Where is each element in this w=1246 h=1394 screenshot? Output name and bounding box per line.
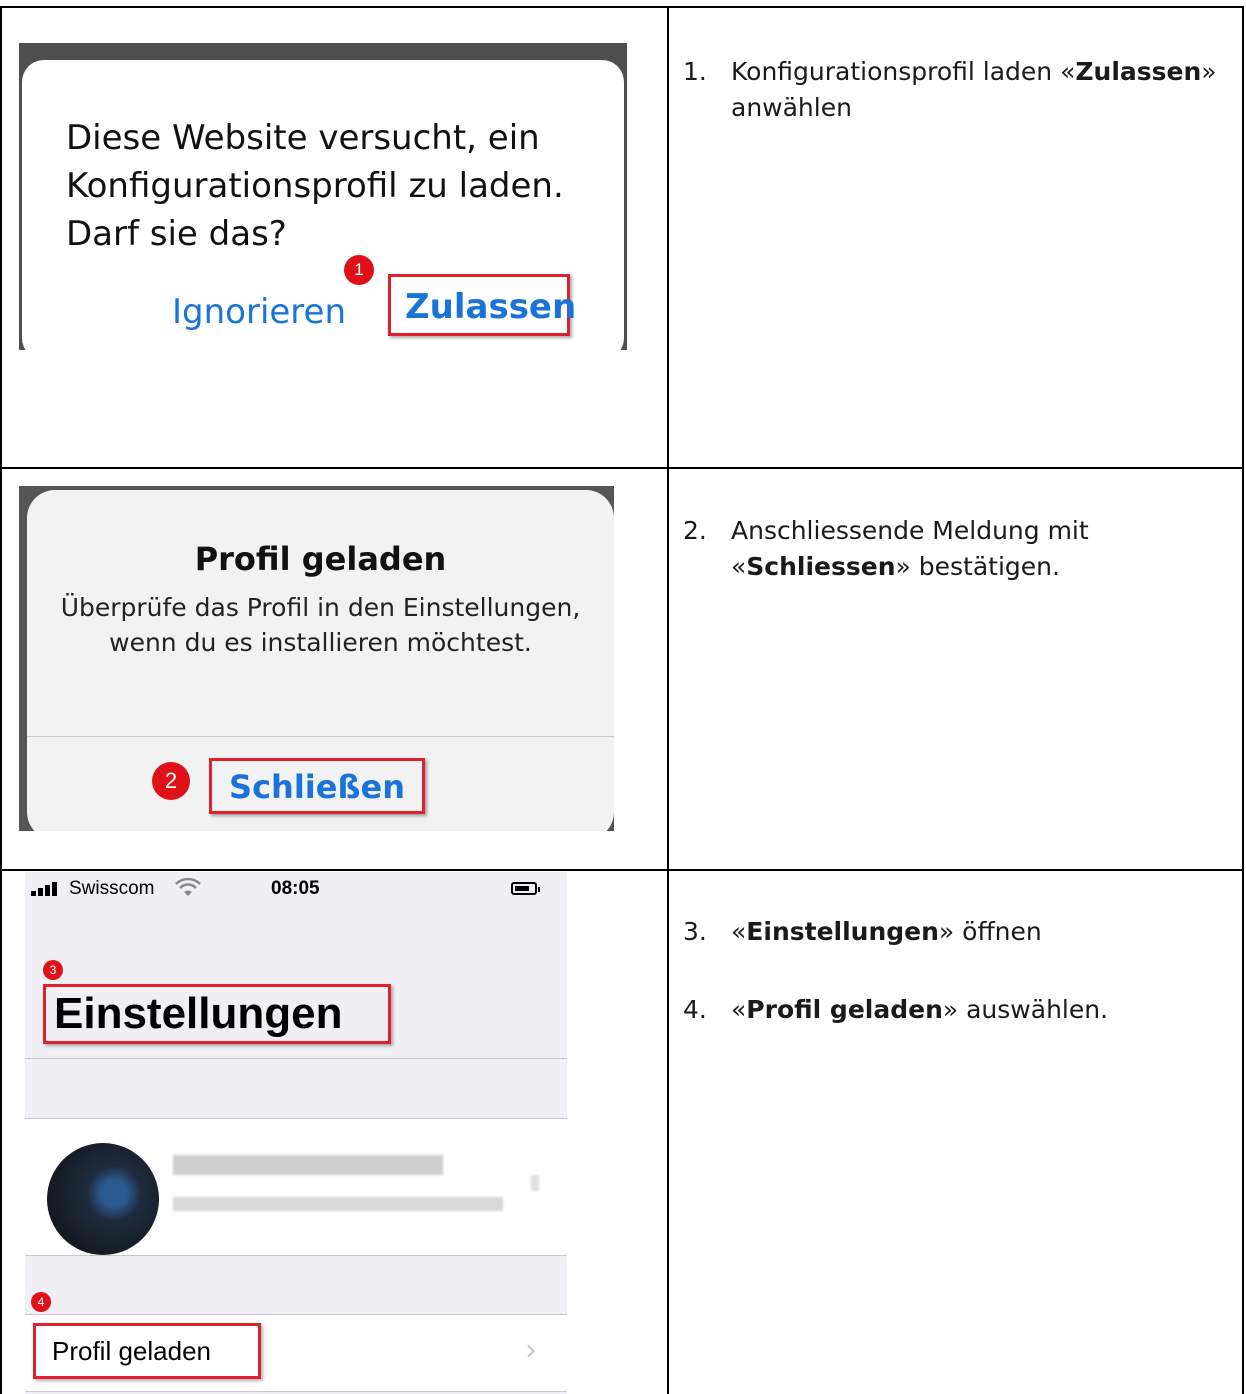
step-text: «Profil geladen» auswählen. [731,995,1109,1024]
alert-separator [27,736,614,737]
step-badge-3: 3 [43,960,63,980]
close-button-label: Schließen [229,768,405,806]
signal-icon [31,882,57,896]
step-number: 4. [683,995,707,1024]
step-text: «Einstellungen» öffnen [731,917,1042,946]
table-border-top [0,6,1244,8]
step-badge-1: 1 [344,255,374,285]
allow-button-label: Zulassen [405,287,577,327]
wifi-icon [175,878,201,896]
alert-card: Diese Website versucht, ein Konfiguratio… [22,60,624,350]
alert-card: Profil geladen Überprüfe das Profil in d… [27,490,614,831]
profile-loaded-row[interactable]: Profil geladen › [25,1314,567,1392]
step-number: 3. [683,917,707,946]
apple-id-row[interactable] [25,1118,567,1256]
alert-message: Diese Website versucht, ein Konfiguratio… [66,118,564,254]
table-border-left [0,6,2,1394]
avatar [47,1143,159,1255]
alert-title: Profil geladen [194,540,447,578]
close-button-highlight[interactable]: Schließen [209,758,425,814]
header-separator [25,1058,567,1059]
carrier-name: Swisscom [69,878,155,899]
step-text: Konfigurationsprofil laden «Zulassen» an… [731,57,1217,122]
status-bar: Swisscom 08:05 [25,872,567,908]
profile-loaded-label: Profil geladen [52,1336,211,1366]
blurred-subtitle [173,1197,503,1211]
table-border-middle [667,6,669,1394]
alert-body: Überprüfe das Profil in den Einstellunge… [60,593,581,657]
step-text: Anschliessende Meldung mit «Schliessen» … [731,516,1089,581]
blurred-chevron [531,1175,539,1191]
battery-icon [511,882,540,895]
settings-title-highlight: Einstellungen [43,984,391,1044]
profile-loaded-highlight: Profil geladen [33,1323,261,1379]
screenshot-allow-dialog: Diese Website versucht, ein Konfiguratio… [19,43,627,350]
blurred-name [173,1155,443,1175]
screenshot-profile-loaded-dialog: Profil geladen Überprüfe das Profil in d… [19,486,614,831]
step-badge-4: 4 [31,1292,51,1312]
screenshot-settings: Swisscom 08:05 3 Einstellungen 4 Profil … [25,872,567,1394]
settings-title: Einstellungen [54,989,343,1038]
status-time: 08:05 [271,878,320,899]
step-badge-2: 2 [152,762,190,800]
chevron-right-icon: › [525,1333,537,1368]
allow-button-highlight[interactable]: Zulassen [388,274,576,336]
table-border-right [1242,6,1244,1394]
step-number: 1. [683,57,707,86]
table-row-divider-1 [0,467,1244,469]
ignore-button[interactable]: Ignorieren [172,292,346,332]
table-row-divider-2 [0,869,1244,871]
step-number: 2. [683,516,707,545]
